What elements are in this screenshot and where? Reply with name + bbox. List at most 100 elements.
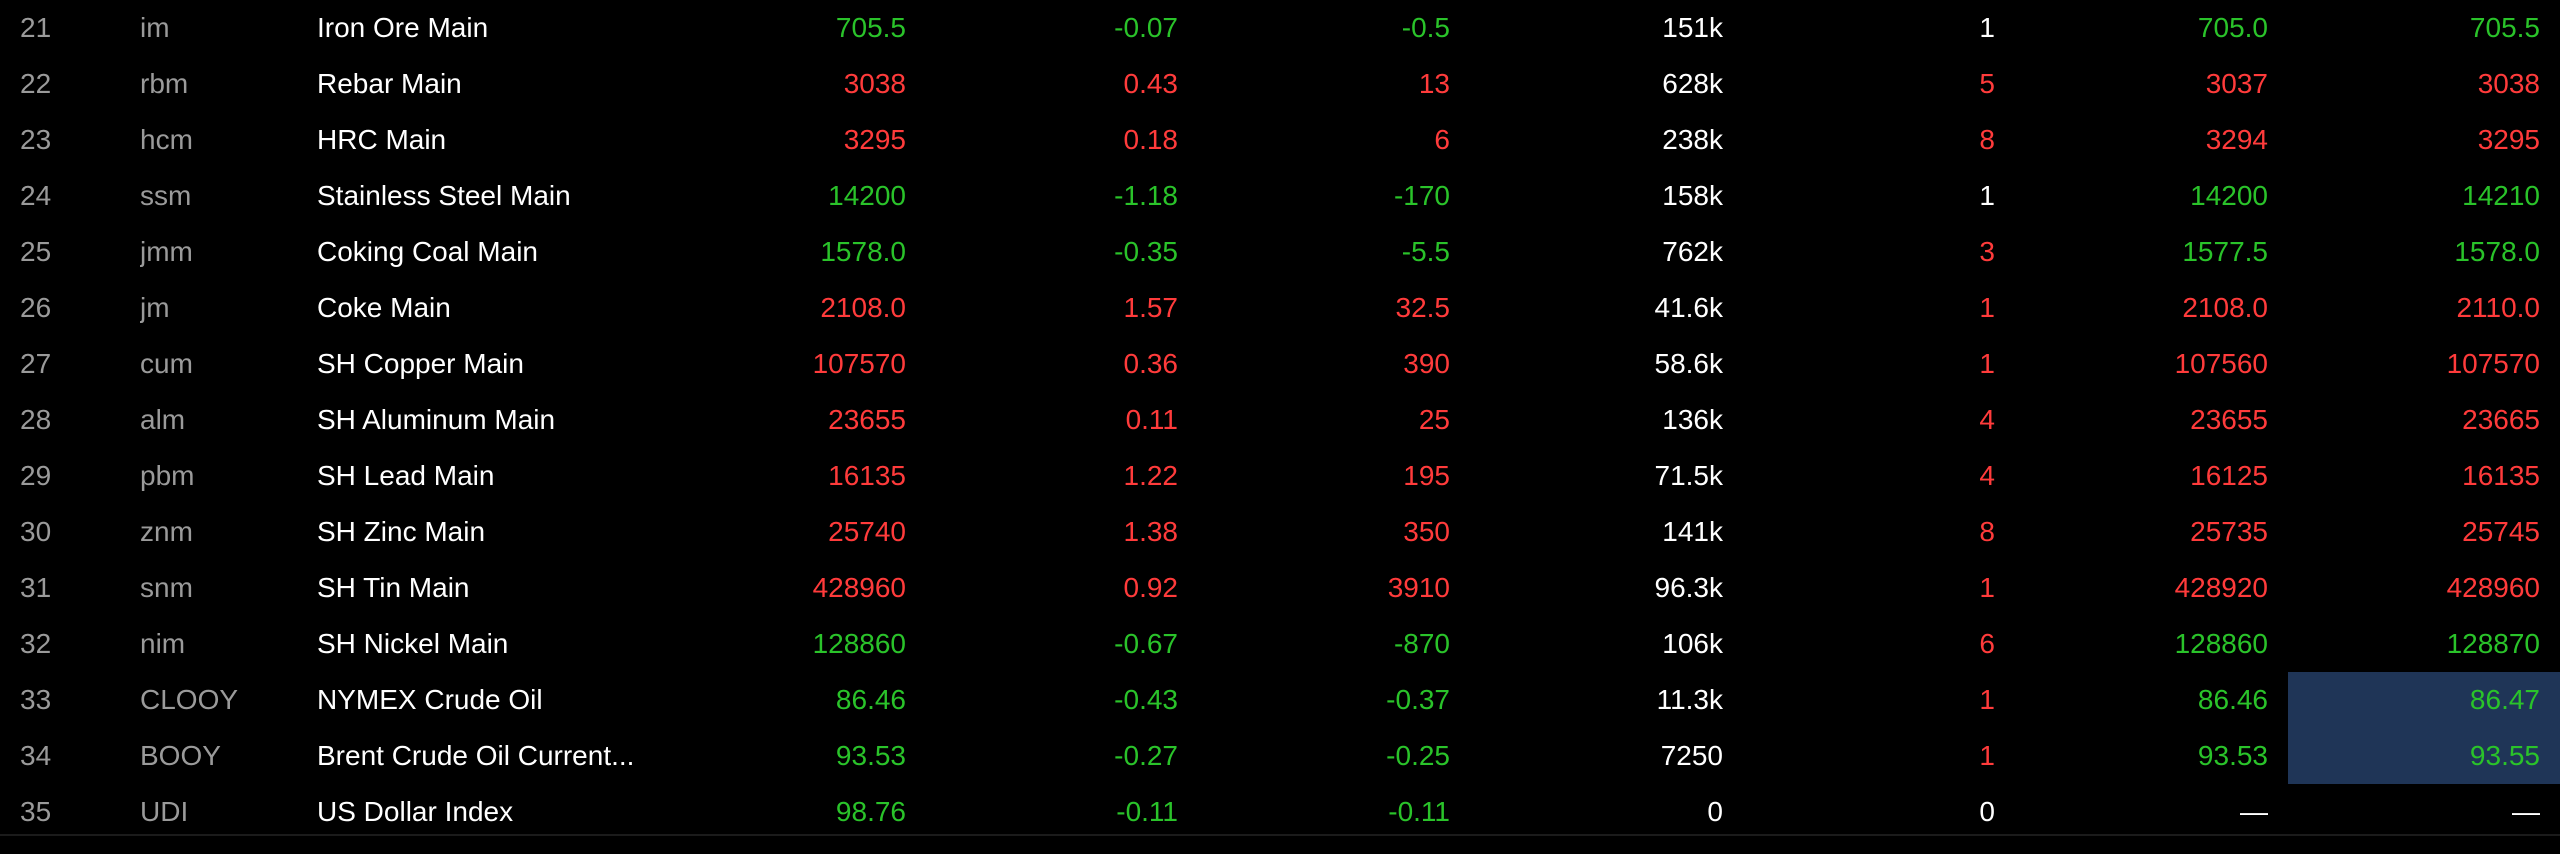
contract-name: Rebar Main <box>317 68 462 99</box>
change-value: -5.5 <box>1401 236 1450 267</box>
last-size: 8 <box>1979 124 1995 155</box>
row-number: 22 <box>20 68 52 99</box>
row-number: 28 <box>20 404 52 435</box>
contract-name: Iron Ore Main <box>317 12 489 43</box>
row-number: 23 <box>20 124 52 155</box>
volume: 58.6k <box>1654 348 1724 379</box>
change-value: 3910 <box>1387 572 1450 603</box>
symbol-code: ssm <box>140 180 192 211</box>
volume: 71.5k <box>1654 460 1724 491</box>
contract-name: SH Lead Main <box>317 460 495 491</box>
contract-name: Brent Crude Oil Current... <box>317 740 635 771</box>
table-row[interactable]: 33 CLOOY NYMEX Crude Oil 86.46 -0.43 -0.37 11.… <box>0 672 2560 728</box>
bid-price: 25735 <box>2190 516 2268 547</box>
bid-price: 2108.0 <box>2182 292 2268 323</box>
table-row[interactable]: 27 cum SH Copper Main 107570 0.36 390 58.6k 1 10… <box>0 336 2560 392</box>
table-row[interactable]: 34 BOOY Brent Crude Oil Current... 93.53 -0.… <box>0 728 2560 784</box>
change-percent: 0.11 <box>1125 404 1178 435</box>
row-number: 35 <box>20 796 52 827</box>
table-row[interactable]: 31 snm SH Tin Main 428960 0.92 3910 96.3k 1 4289… <box>0 560 2560 616</box>
symbol-code: im <box>140 12 170 43</box>
last-price: 705.5 <box>835 12 906 43</box>
last-size: 1 <box>1979 12 1995 43</box>
table-row[interactable]: 25 jmm Coking Coal Main 1578.0 -0.35 -5.5 762k… <box>0 224 2560 280</box>
ask-price: — <box>2512 796 2540 827</box>
last-price: 3295 <box>843 124 906 155</box>
row-number: 34 <box>20 740 52 771</box>
bid-price: — <box>2240 796 2268 827</box>
contract-name: Coke Main <box>317 292 451 323</box>
symbol-code: alm <box>140 404 186 435</box>
bid-price: 23655 <box>2190 404 2268 435</box>
symbol-code: pbm <box>140 460 195 491</box>
contract-name: SH Copper Main <box>317 348 524 379</box>
bid-price: 3037 <box>2205 68 2268 99</box>
change-value: 25 <box>1418 404 1450 435</box>
change-value: -170 <box>1393 180 1450 211</box>
last-size: 1 <box>1979 740 1995 771</box>
change-percent: -0.35 <box>1114 236 1178 267</box>
ask-price: 16135 <box>2462 460 2540 491</box>
ask-price: 3038 <box>2477 68 2540 99</box>
last-price: 93.53 <box>835 740 906 771</box>
table-row[interactable]: 22 rbm Rebar Main 3038 0.43 13 628k 5 3037 3038 <box>0 56 2560 112</box>
row-number: 25 <box>20 236 52 267</box>
last-size: 1 <box>1979 292 1995 323</box>
change-percent: 0.92 <box>1123 572 1179 603</box>
symbol-code: BOOY <box>140 740 221 771</box>
contract-name: SH Zinc Main <box>317 516 486 547</box>
table-row[interactable]: 21 im Iron Ore Main 705.5 -0.07 -0.5 151k 1 705.… <box>0 0 2560 56</box>
table-row[interactable]: 24 ssm Stainless Steel Main 14200 -1.18 -170 1… <box>0 168 2560 224</box>
table-row[interactable]: 26 jm Coke Main 2108.0 1.57 32.5 41.6k 1 2108.0 2… <box>0 280 2560 336</box>
volume: 0 <box>1707 796 1723 827</box>
change-percent: -1.18 <box>1114 180 1178 211</box>
change-value: -0.11 <box>1388 796 1450 827</box>
last-size: 4 <box>1979 460 1995 491</box>
change-value: 390 <box>1403 348 1450 379</box>
change-value: 195 <box>1403 460 1450 491</box>
bid-price: 128860 <box>2174 628 2268 659</box>
contract-name: SH Aluminum Main <box>317 404 556 435</box>
quote-table: 21 im Iron Ore Main 705.5 -0.07 -0.5 151k 1 705.… <box>0 0 2560 836</box>
table-row[interactable]: 35 UDI US Dollar Index 98.76 -0.11 -0.11 0 0 — — <box>0 784 2560 840</box>
change-percent: 1.57 <box>1123 292 1179 323</box>
change-value: -0.5 <box>1401 12 1450 43</box>
symbol-code: UDI <box>140 796 189 827</box>
last-price: 16135 <box>828 460 906 491</box>
table-bottom-divider <box>0 834 2560 836</box>
last-size: 0 <box>1979 796 1995 827</box>
row-number: 30 <box>20 516 52 547</box>
bid-price: 107560 <box>2174 348 2268 379</box>
last-size: 8 <box>1979 516 1995 547</box>
volume: 151k <box>1662 12 1723 43</box>
table-row[interactable]: 23 hcm HRC Main 3295 0.18 6 238k 8 3294 3295 <box>0 112 2560 168</box>
change-percent: -0.11 <box>1116 796 1178 827</box>
ask-price: 2110.0 <box>2456 292 2540 323</box>
table-row[interactable]: 29 pbm SH Lead Main 16135 1.22 195 71.5k 4 16125… <box>0 448 2560 504</box>
table-row[interactable]: 28 alm SH Aluminum Main 23655 0.11 25 136k 4 236… <box>0 392 2560 448</box>
table-row[interactable]: 30 znm SH Zinc Main 25740 1.38 350 141k 8 25735 2… <box>0 504 2560 560</box>
last-price: 3038 <box>843 68 906 99</box>
bid-price: 86.46 <box>2197 684 2268 715</box>
ask-price: 705.5 <box>2469 12 2540 43</box>
last-price: 14200 <box>828 180 906 211</box>
contract-name: US Dollar Index <box>317 796 514 827</box>
table-row[interactable]: 32 nim SH Nickel Main 128860 -0.67 -870 106k 6 1… <box>0 616 2560 672</box>
contract-name: HRC Main <box>317 124 447 155</box>
last-price: 86.46 <box>835 684 906 715</box>
symbol-code: rbm <box>140 68 189 99</box>
last-size: 1 <box>1979 180 1995 211</box>
last-size: 1 <box>1979 684 1995 715</box>
change-percent: -0.07 <box>1114 12 1178 43</box>
last-price: 128860 <box>812 628 906 659</box>
change-percent: 1.22 <box>1123 460 1179 491</box>
symbol-code: CLOOY <box>140 684 239 715</box>
change-value: -0.25 <box>1386 740 1450 771</box>
volume: 238k <box>1662 124 1723 155</box>
change-percent: 0.18 <box>1123 124 1179 155</box>
ask-price: 1578.0 <box>2454 236 2540 267</box>
symbol-code: snm <box>140 572 193 603</box>
change-percent: 1.38 <box>1123 516 1179 547</box>
ask-price: 93.55 <box>2288 728 2560 784</box>
change-percent: -0.27 <box>1114 740 1178 771</box>
